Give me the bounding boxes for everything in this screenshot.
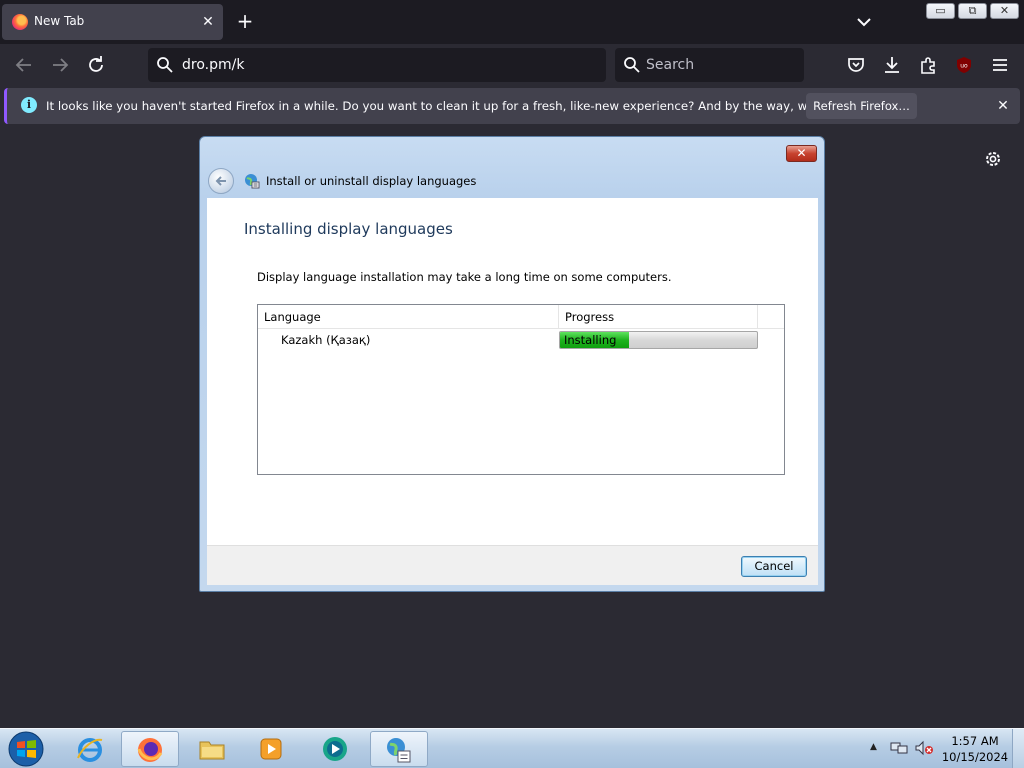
firefox-icon [12,14,28,30]
forward-button[interactable] [48,53,72,77]
back-button[interactable] [12,53,36,77]
dialog-content: Installing display languages Display lan… [207,198,818,545]
info-icon: i [21,97,37,113]
dialog-heading: Installing display languages [244,220,453,238]
notification-message: It looks like you haven't started Firefo… [46,99,887,113]
taskbar-media-player[interactable] [243,731,301,767]
dialog-back-button[interactable] [208,168,234,194]
downloads-button[interactable] [880,53,904,77]
taskbar: ▲ 1:57 AM 10/15/2024 [0,728,1024,768]
taskbar-firefox[interactable] [121,731,179,767]
windows-logo-icon [8,731,44,767]
new-tab-settings-button[interactable] [983,149,1003,169]
ublock-origin-button[interactable]: uo [952,53,976,77]
puzzle-icon [921,57,935,74]
arrow-right-icon [53,58,69,72]
system-tray: ▲ 1:57 AM 10/15/2024 [866,729,1024,768]
media-center-icon [323,737,347,761]
search-icon [624,57,640,73]
dialog-breadcrumb: Install or uninstall display languages [266,174,477,188]
progress-status: Installing [564,333,617,347]
dialog-description: Display language installation may take a… [257,270,672,284]
dialog-close-button[interactable]: ✕ [786,145,817,162]
notification-bar: i It looks like you haven't started Fire… [4,88,1020,124]
minimize-button[interactable]: ▭ [926,3,955,19]
pocket-button[interactable] [844,53,868,77]
install-languages-dialog: ✕ Install or uninstall display languages… [199,136,825,592]
reload-button[interactable] [84,53,108,77]
window-close-button[interactable]: ✕ [990,3,1019,19]
taskbar-language-settings[interactable] [370,731,428,767]
chevron-down-icon [857,18,871,27]
column-header-language[interactable]: Language [258,305,559,328]
network-icon[interactable] [890,740,908,756]
pocket-icon [848,58,864,72]
arrow-left-icon [215,176,226,186]
gear-icon [986,152,1000,166]
extensions-button[interactable] [916,53,940,77]
language-list[interactable]: Language Progress Kazakh (Қазақ) Install… [257,304,785,475]
firefox-icon [137,738,163,762]
ublock-origin-icon: uo [957,57,971,73]
cancel-button[interactable]: Cancel [741,556,807,577]
taskbar-media-center[interactable] [307,731,365,767]
start-button[interactable] [6,730,46,768]
clock-date[interactable]: 10/15/2024 [940,750,1010,764]
hamburger-menu-icon [993,59,1007,71]
notification-close-button[interactable]: ✕ [993,96,1013,116]
reload-icon [89,56,103,72]
search-bar[interactable]: Search [615,48,804,82]
navigation-toolbar: dro.pm/k Search uo [0,44,1024,86]
search-icon [157,57,173,73]
progress-bar: Installing [559,331,758,349]
column-header-progress[interactable]: Progress [559,305,758,328]
new-tab-button[interactable]: + [233,10,257,34]
tab-strip: New Tab ✕ + ▭ ⧉ ✕ [0,0,1024,44]
tab-new-tab[interactable]: New Tab ✕ [2,4,223,40]
clock-time[interactable]: 1:57 AM [940,734,1010,748]
search-placeholder: Search [646,57,695,73]
refresh-firefox-button[interactable]: Refresh Firefox… [806,93,917,119]
volume-muted-icon[interactable] [914,740,934,756]
taskbar-file-explorer[interactable] [184,731,242,767]
download-icon [885,57,899,73]
internet-explorer-icon [77,738,103,762]
tab-close-button[interactable]: ✕ [199,13,217,31]
list-all-tabs-button[interactable] [852,10,876,34]
list-item[interactable]: Kazakh (Қазақ) Installing [258,330,784,350]
svg-text:uo: uo [960,63,968,70]
media-player-icon [260,738,282,760]
tab-title: New Tab [34,14,85,28]
show-hidden-icons-button[interactable]: ▲ [870,742,877,752]
file-explorer-icon [199,741,225,760]
language-name: Kazakh (Қазақ) [281,333,371,347]
language-settings-icon [387,738,411,763]
dialog-footer: Cancel [207,545,818,585]
app-menu-button[interactable] [988,53,1012,77]
address-bar[interactable]: dro.pm/k [148,48,606,82]
arrow-left-icon [15,58,31,72]
restore-button[interactable]: ⧉ [958,3,987,19]
show-desktop-button[interactable] [1012,729,1024,768]
taskbar-internet-explorer[interactable] [62,731,120,767]
url-text: dro.pm/k [182,57,245,73]
language-settings-icon [245,174,260,189]
list-header: Language Progress [258,305,784,329]
